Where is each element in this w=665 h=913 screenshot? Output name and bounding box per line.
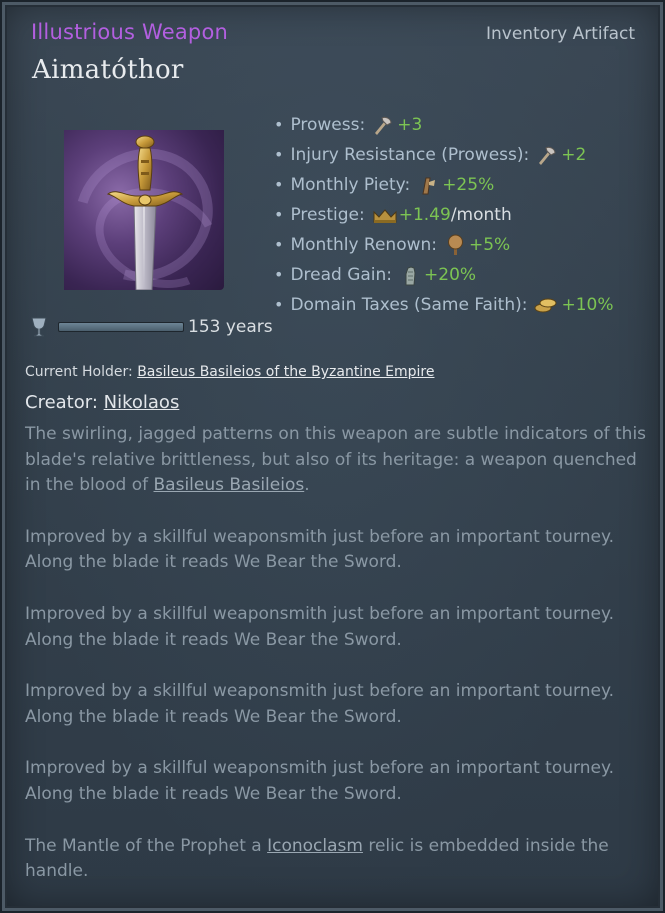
modifier-value: +25% [442,175,495,195]
holder-link[interactable]: Basileus Basileios of the Byzantine Empi… [137,364,434,380]
modifier-monthly-piety: • Monthly Piety: +25% [274,170,614,200]
modifier-domain-taxes: • Domain Taxes (Same Faith): +10% [274,290,614,320]
description-text: . [304,475,310,496]
modifier-label: Dread Gain: [290,265,393,285]
durability-bar [58,322,184,332]
description-paragraph: The swirling, jagged patterns on this we… [25,422,650,499]
description-paragraph: Improved by a skillful weaponsmith just … [25,758,614,804]
modifier-injury-resistance: • Injury Resistance (Prowess): +2 [274,140,614,170]
piety-icon [422,177,436,195]
description-paragraph: Improved by a skillful weaponsmith just … [25,681,614,727]
modifier-label: Monthly Piety: [290,175,411,195]
prowess-icon [375,116,392,135]
modifier-label: Monthly Renown: [290,235,437,255]
renown-tree-icon [448,234,463,255]
artifact-description: The swirling, jagged patterns on this we… [25,422,650,911]
modifier-label: Domain Taxes (Same Faith): [290,295,528,315]
artifact-category: Illustrious Weapon [31,20,228,44]
modifier-value: +1.49 [398,205,451,225]
creator-link[interactable]: Nikolaos [104,392,180,413]
iconoclasm-link[interactable]: Iconoclasm [267,836,363,856]
modifier-value: +2 [561,145,587,165]
modifier-prowess: • Prowess: +3 [274,110,614,140]
modifier-value: +10% [561,295,614,315]
basileus-link[interactable]: Basileus Basileios [154,475,305,495]
modifier-value: +20% [424,265,477,285]
description-text: The swirling, jagged patterns on this we… [25,424,647,496]
current-holder: Current Holder: Basileus Basileios of th… [25,364,434,380]
durability-indicator: 153 years [30,316,273,338]
modifier-unit: /month [450,205,512,225]
description-paragraph: The Mantle of the Prophet a Iconoclasm r… [25,834,650,885]
artifact-tooltip: Illustrious Weapon Inventory Artifact Ai… [0,0,665,913]
modifier-list: • Prowess: +3 • Injury Resistance (Prowe… [274,110,614,320]
gold-coins-icon [534,298,557,313]
description-text: The Mantle of the Prophet a [25,835,268,856]
modifier-monthly-renown: • Monthly Renown: +5% [274,230,614,260]
modifier-prestige: • Prestige: +1.49 /month [274,200,614,230]
prowess-icon [539,146,556,165]
artifact-type-label: Inventory Artifact [485,24,635,44]
creator: Creator: Nikolaos [25,392,179,413]
dread-gauntlet-icon [405,266,416,286]
artifact-title: Aimatóthor [32,55,184,85]
modifier-value: +3 [397,115,423,135]
holder-prefix: Current Holder: [25,364,133,380]
description-paragraph: Improved by a skillful weaponsmith just … [25,526,614,573]
creator-prefix: Creator: [25,392,98,413]
modifier-value: +5% [469,235,511,255]
durability-years: 153 years [188,317,273,337]
artifact-image [64,130,224,290]
modifier-dread-gain: • Dread Gain: +20% [274,260,614,290]
modifier-label: Prowess: [290,115,366,135]
description-paragraph: Improved by a skillful weaponsmith just … [25,603,614,650]
prestige-crown-icon [373,209,397,223]
sword-icon [106,135,184,290]
modifier-label: Prestige: [290,205,365,225]
modifier-label: Injury Resistance (Prowess): [290,145,530,165]
goblet-icon [31,317,47,337]
